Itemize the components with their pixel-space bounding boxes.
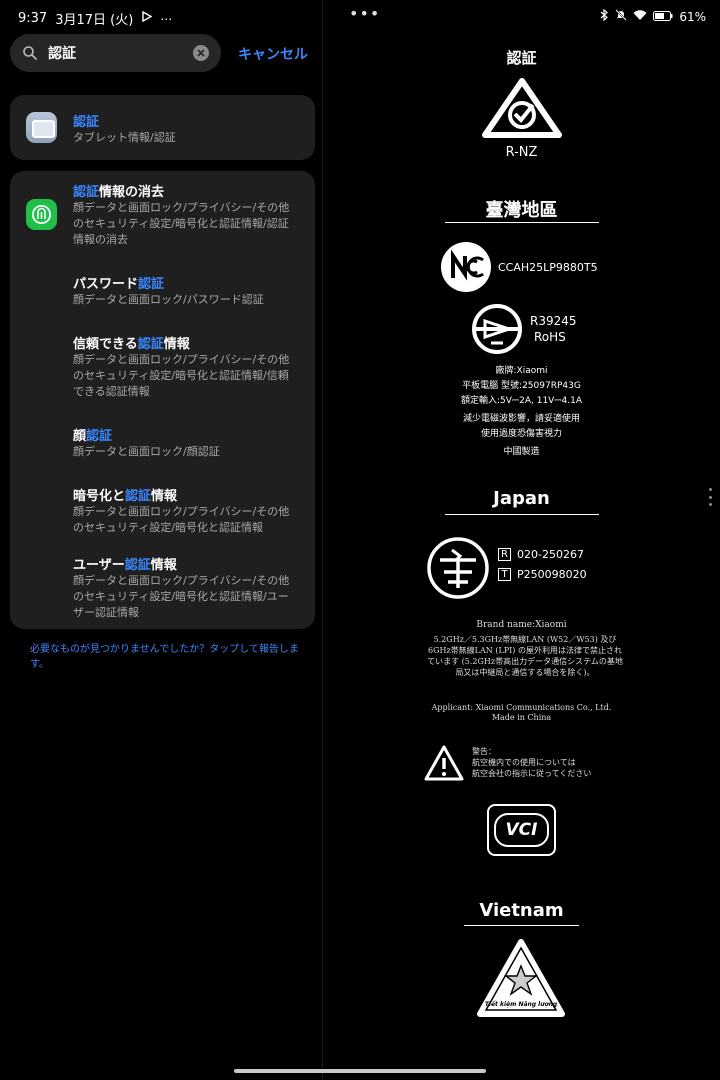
result-title: パスワード認証 — [73, 277, 165, 292]
giteki-mark-icon — [426, 536, 490, 604]
radio-cert-row: R 020-250267 — [498, 548, 584, 561]
warning-text: 警告： 航空機内での使用については 航空会社の指示に従ってください — [472, 747, 592, 778]
energy-label-text: Tiết kiệm Năng lượng — [484, 1001, 558, 1008]
result-path: タブレット情報/認証 — [73, 131, 176, 144]
status-bar-right: 61% — [600, 8, 706, 24]
search-pane: 9:37 3月17日 (火) ⋯ 認証 キャンセル 認証 タブレット情報/認証 — [0, 0, 322, 1080]
result-title: 認証 — [73, 115, 100, 130]
more-notifications-icon: ⋯ — [160, 11, 173, 26]
telecom-cert-row: T P250098020 — [498, 568, 587, 581]
bsmi-id: R39245 — [530, 314, 577, 328]
wifi-icon — [633, 9, 647, 24]
result-title: 暗号化と認証情報 — [73, 489, 178, 504]
search-icon — [22, 45, 38, 61]
search-query[interactable]: 認証 — [48, 43, 193, 63]
ncc-id: CCAH25LP9880T5 — [498, 261, 598, 274]
result-path: 顔データと画面ロック/プライバシー/その他のセキュリティ設定/暗号化と認証情報/… — [73, 574, 290, 619]
cert-title: 認証 — [506, 49, 537, 67]
gesture-nav-bar[interactable] — [234, 1069, 486, 1073]
vietnam-divider — [464, 925, 579, 926]
result-card-privacy: 認証情報の消去 顔データと画面ロック/プライバシー/その他のセキュリティ設定/暗… — [10, 171, 315, 629]
rohs-label: RoHS — [534, 330, 566, 344]
japan-made-in: Made in China — [491, 713, 552, 722]
warning-icon — [423, 744, 465, 786]
search-input[interactable]: 認証 — [10, 34, 221, 72]
result-title: 信頼できる認証情報 — [73, 337, 190, 352]
result-path: 顔データと画面ロック/プライバシー/その他のセキュリティ設定/暗号化と認証情報/… — [73, 353, 290, 398]
result-path: 顔データと画面ロック/プライバシー/その他のセキュリティ設定/暗号化と認証情報/… — [73, 201, 290, 246]
battery-icon — [653, 10, 673, 24]
result-card-device: 認証 タブレット情報/認証 — [10, 95, 315, 160]
result-title: 顔認証 — [73, 429, 113, 444]
bsmi-mark-icon — [471, 303, 523, 359]
energy-label-icon — [476, 938, 566, 1024]
result-title: ユーザー認証情報 — [73, 558, 177, 573]
japan-divider — [445, 514, 599, 515]
certification-pane: ••• 61% 認証 R-NZ 臺灣地區 CCAH25LP9880T5 R392… — [323, 0, 720, 1080]
result-path: 顔データと画面ロック/顔認証 — [73, 445, 220, 458]
taiwan-divider — [445, 222, 599, 223]
report-missing-link[interactable]: 必要なものが見つかりませんでしたか？タップして報告します。 — [30, 642, 300, 672]
status-time: 9:37 — [18, 11, 48, 26]
rcm-mark-icon — [481, 77, 563, 143]
result-path: 顔データと画面ロック/プライバシー/その他のセキュリティ設定/暗号化と認証情報 — [73, 505, 290, 534]
result-item-certification[interactable]: 認証 タブレット情報/認証 — [10, 95, 315, 160]
battery-level: 61% — [679, 9, 706, 24]
mute-icon — [615, 9, 628, 24]
result-title: 認証情報の消去 — [73, 185, 165, 200]
vcci-mark-icon: VCI — [487, 804, 556, 856]
rcm-label: R-NZ — [505, 145, 538, 160]
window-menu-icon[interactable]: ••• — [349, 4, 380, 23]
play-icon — [141, 10, 153, 26]
bluetooth-icon — [600, 8, 609, 24]
clear-icon[interactable] — [193, 45, 209, 61]
vietnam-heading: Vietnam — [479, 900, 564, 921]
status-bar-left: 9:37 3月17日 (火) ⋯ — [18, 9, 172, 28]
fingerprint-icon — [26, 199, 57, 230]
japan-brand: Brand name:Xiaomi — [476, 620, 567, 630]
taiwan-info: 廠牌:Xiaomi 平板電腦 型號:25097RP43G 額定輸入:5V⎓2A,… — [461, 366, 582, 457]
ncc-mark-icon — [439, 240, 493, 298]
japan-wlan-notice: 5.2GHz／5.3GHz帯無線LAN (W52／W53) 及び6GHz帯無線L… — [427, 635, 623, 677]
result-path: 顔データと画面ロック/パスワード認証 — [73, 293, 264, 306]
cancel-button[interactable]: キャンセル — [238, 44, 308, 64]
japan-heading: Japan — [493, 488, 550, 509]
taiwan-heading: 臺灣地區 — [485, 200, 558, 221]
status-date: 3月17日 (火) — [55, 13, 134, 28]
split-drag-handle[interactable] — [708, 488, 712, 506]
